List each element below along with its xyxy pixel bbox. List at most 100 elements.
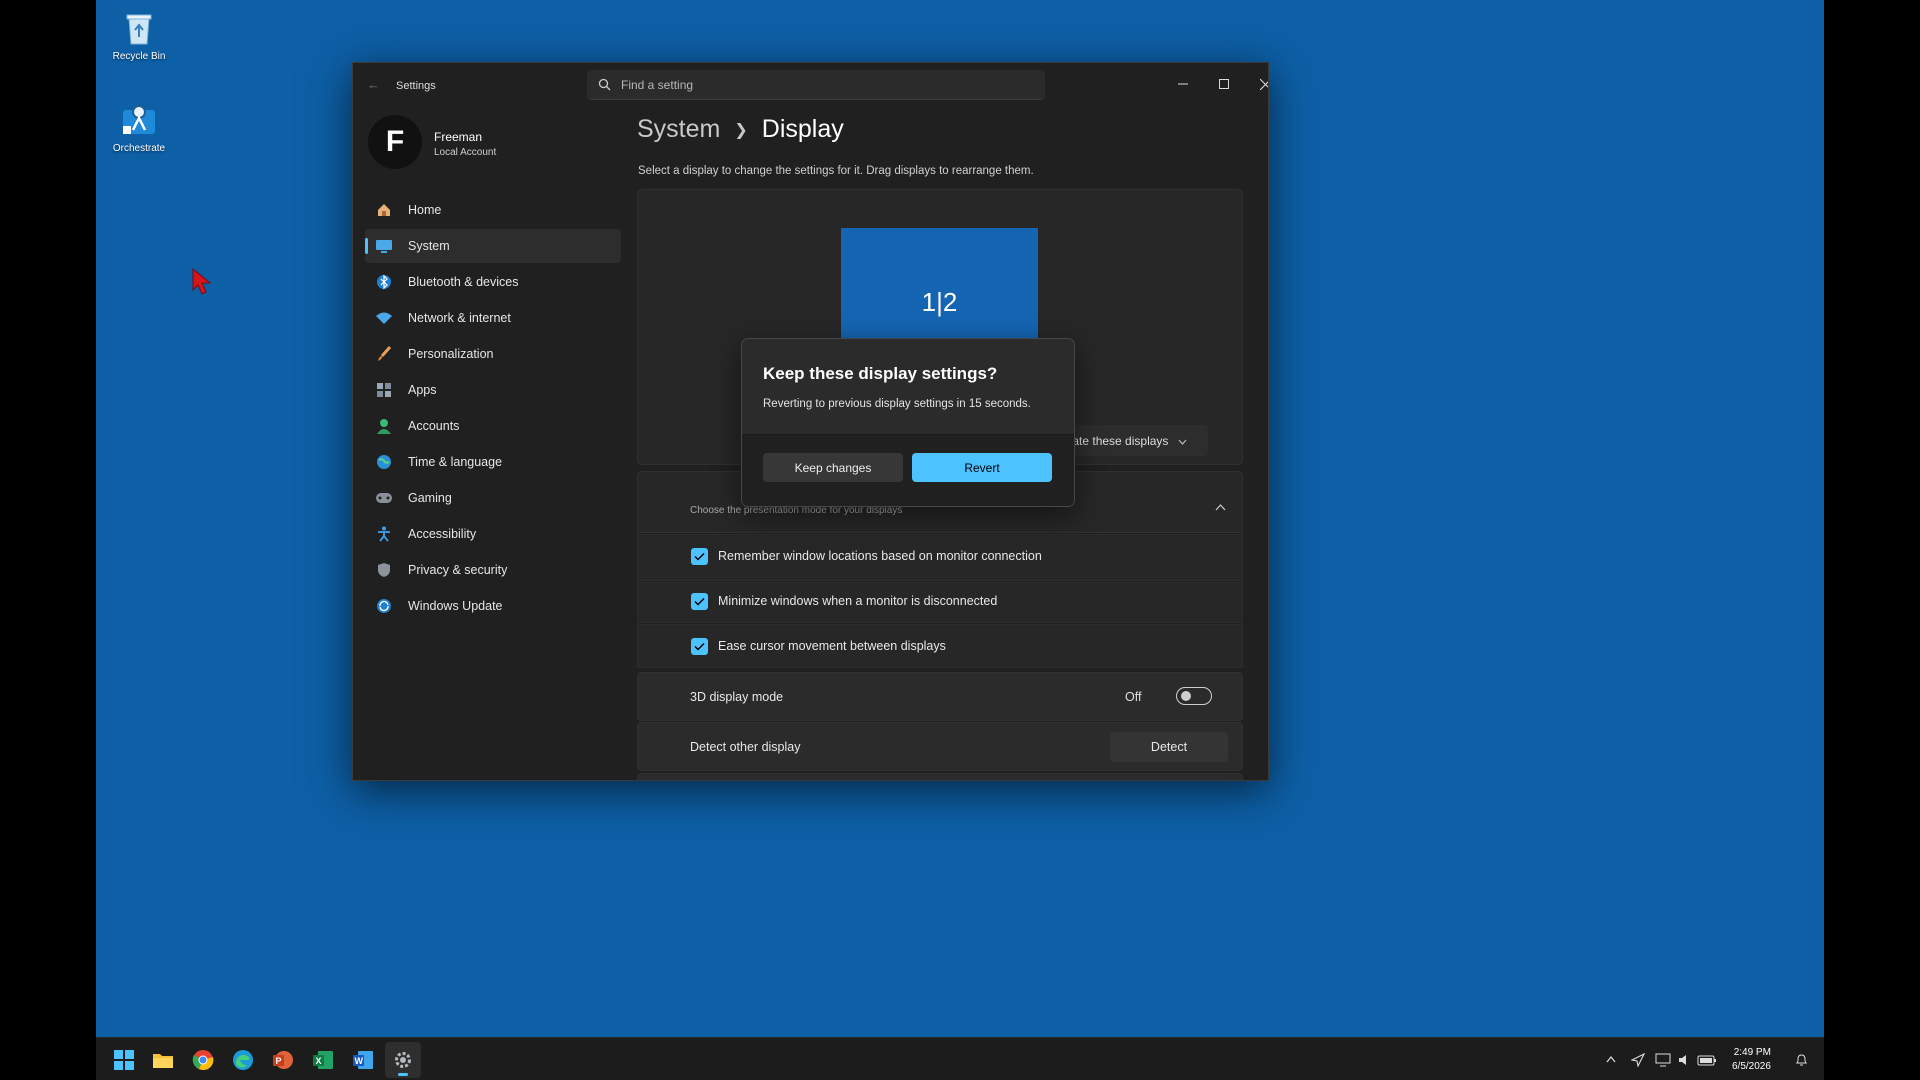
monitor-label: 1|2 xyxy=(921,286,958,317)
system-clock[interactable]: 2:49 PM 6/5/2026 xyxy=(1732,1046,1771,1074)
bluetooth-icon xyxy=(374,272,394,292)
chrome-icon[interactable] xyxy=(185,1042,221,1078)
checkbox-checked-icon[interactable] xyxy=(691,592,708,610)
accessibility-icon xyxy=(374,524,394,544)
checkbox-checked-icon[interactable] xyxy=(691,547,708,565)
sidebar-item-gaming[interactable]: Gaming xyxy=(365,481,621,515)
search-input[interactable] xyxy=(621,70,1021,100)
keep-settings-dialog: Keep these display settings? Reverting t… xyxy=(741,338,1075,507)
checkbox-label: Remember window locations based on monit… xyxy=(718,549,1042,563)
3d-display-toggle[interactable] xyxy=(1176,687,1212,705)
sidebar-item-time-language[interactable]: Time & language xyxy=(365,445,621,479)
setting-row-detect-display: Detect other display Detect xyxy=(637,722,1243,771)
sidebar-item-bluetooth[interactable]: Bluetooth & devices xyxy=(365,265,621,299)
brush-icon xyxy=(374,344,394,364)
sidebar-item-privacy[interactable]: Privacy & security xyxy=(365,553,621,587)
start-icon[interactable] xyxy=(106,1042,142,1078)
svg-text:X: X xyxy=(316,1056,322,1066)
desktop-icon-orchestrate[interactable]: Orchestrate xyxy=(103,100,175,154)
display-tray-icon[interactable] xyxy=(1655,1038,1671,1080)
checkbox-row-remember-locations[interactable]: Remember window locations based on monit… xyxy=(637,534,1243,578)
checkbox-checked-icon[interactable] xyxy=(691,637,708,655)
sidebar-item-windows-update[interactable]: Windows Update xyxy=(365,589,621,623)
sidebar-item-label: Windows Update xyxy=(408,599,503,613)
system-icon xyxy=(374,236,394,256)
profile-name: Freeman xyxy=(434,130,483,144)
search-icon xyxy=(598,78,611,96)
wifi-icon xyxy=(374,308,394,328)
chevron-down-icon xyxy=(1178,434,1187,448)
sidebar-item-personalization[interactable]: Personalization xyxy=(365,337,621,371)
settings-icon[interactable] xyxy=(385,1042,421,1078)
update-icon xyxy=(374,596,394,616)
sidebar-item-accounts[interactable]: Accounts xyxy=(365,409,621,443)
breadcrumb-parent[interactable]: System xyxy=(637,115,720,144)
sidebar-item-system[interactable]: System xyxy=(365,229,621,263)
title-bar: ← Settings xyxy=(353,63,1268,105)
notification-bell-icon[interactable] xyxy=(1795,1038,1808,1080)
toggle-state-label: Off xyxy=(1125,690,1142,704)
revert-button[interactable]: Revert xyxy=(912,453,1052,482)
desktop-icon-recycle-bin[interactable]: Recycle Bin xyxy=(103,8,175,62)
setting-label: Detect other display xyxy=(690,739,801,754)
checkbox-row-ease-cursor[interactable]: Ease cursor movement between displays xyxy=(637,624,1243,668)
avatar: F xyxy=(368,115,422,169)
tray-overflow-chevron-icon[interactable] xyxy=(1606,1038,1616,1080)
screen-bezel-right xyxy=(1824,0,1920,1080)
sidebar-nav: Home System Bluetooth & devices Network … xyxy=(365,193,621,625)
location-icon[interactable] xyxy=(1631,1038,1645,1080)
sidebar-item-apps[interactable]: Apps xyxy=(365,373,621,407)
detect-button[interactable]: Detect xyxy=(1110,732,1228,762)
volume-icon[interactable] xyxy=(1678,1038,1690,1080)
sidebar-item-label: Accounts xyxy=(408,419,460,433)
sidebar-item-label: Home xyxy=(408,203,442,217)
page-title: Display xyxy=(761,115,844,143)
avatar-initial: F xyxy=(385,125,405,158)
sidebar-item-accessibility[interactable]: Accessibility xyxy=(365,517,621,551)
edge-icon[interactable] xyxy=(225,1042,261,1078)
excel-icon[interactable]: X xyxy=(305,1042,341,1078)
svg-text:P: P xyxy=(276,1056,282,1066)
clock-date: 6/5/2026 xyxy=(1732,1061,1771,1072)
profile-account-type: Local Account xyxy=(434,147,497,158)
minimize-button[interactable] xyxy=(1165,71,1201,97)
user-profile[interactable]: F Freeman Local Account xyxy=(368,115,628,171)
sidebar-item-label: Time & language xyxy=(408,455,503,469)
word-icon[interactable]: W xyxy=(345,1042,381,1078)
home-icon xyxy=(374,200,394,220)
file-explorer-icon[interactable] xyxy=(145,1042,181,1078)
setting-label: 3D display mode xyxy=(690,689,784,704)
taskbar: P X W 2:49 PM 6/5/2026 xyxy=(96,1037,1824,1080)
sidebar-item-network[interactable]: Network & internet xyxy=(365,301,621,335)
sidebar-item-label: Bluetooth & devices xyxy=(408,275,519,289)
battery-icon[interactable] xyxy=(1697,1038,1717,1080)
chevron-up-icon[interactable] xyxy=(1215,498,1226,516)
setting-row-next xyxy=(637,773,1243,780)
powerpoint-icon[interactable]: P xyxy=(265,1042,301,1078)
apps-icon xyxy=(374,380,394,400)
sidebar-item-label: System xyxy=(408,239,450,253)
checkbox-row-minimize-windows[interactable]: Minimize windows when a monitor is disco… xyxy=(637,579,1243,623)
search-box[interactable] xyxy=(587,70,1045,100)
sidebar-item-label: Gaming xyxy=(408,491,452,505)
sidebar-item-label: Privacy & security xyxy=(408,563,508,577)
back-arrow-icon[interactable]: ← xyxy=(367,77,380,92)
person-icon xyxy=(374,416,394,436)
setting-row-3d-display: 3D display mode Off xyxy=(637,672,1243,721)
window-title: Settings xyxy=(396,80,436,92)
keep-changes-button[interactable]: Keep changes xyxy=(763,453,903,482)
dialog-body: Reverting to previous display settings i… xyxy=(763,398,1031,410)
maximize-button[interactable] xyxy=(1206,71,1242,97)
toggle-knob xyxy=(1181,691,1191,701)
sidebar-item-label: Personalization xyxy=(408,347,494,361)
screen-bezel-left xyxy=(0,0,96,1080)
desktop: Recycle Bin Orchestrate ← Settings Find … xyxy=(96,0,1824,1080)
orchestrate-icon xyxy=(119,100,159,140)
mouse-cursor-icon xyxy=(192,267,214,301)
sidebar-item-home[interactable]: Home xyxy=(365,193,621,227)
desktop-icon-label: Orchestrate xyxy=(112,143,166,154)
dialog-title: Keep these display settings? xyxy=(763,364,998,383)
clock-time: 2:49 PM xyxy=(1733,1047,1771,1058)
globe-icon xyxy=(374,452,394,472)
close-button[interactable] xyxy=(1247,71,1268,97)
